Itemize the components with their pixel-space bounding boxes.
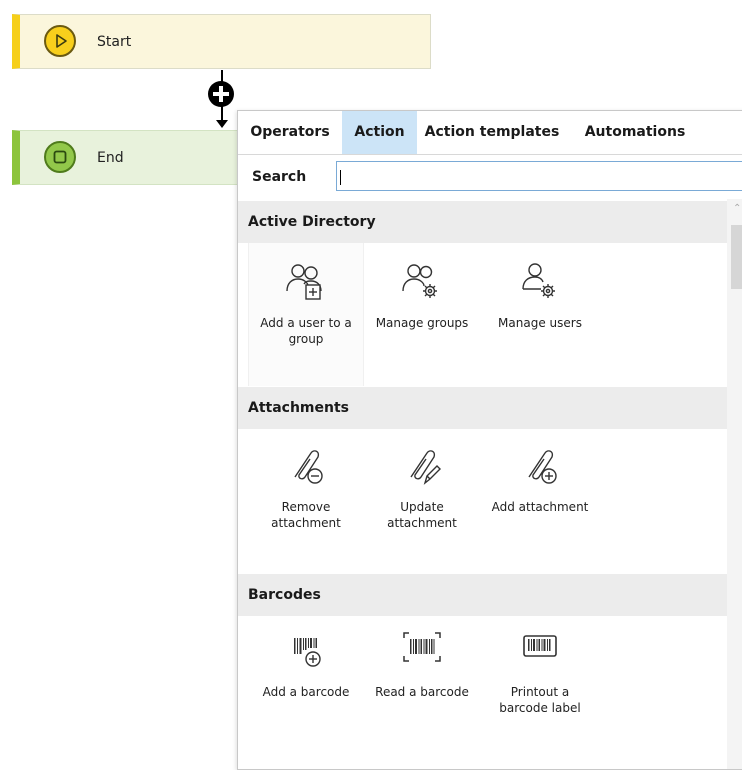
- section-barcodes: Barcodes: [238, 574, 728, 616]
- manage-groups-icon: [402, 264, 437, 298]
- action-update-attachment[interactable]: Update attachment: [364, 429, 480, 572]
- tile-label: Read a barcode: [375, 685, 469, 699]
- print-barcode-label-icon: [523, 635, 557, 657]
- tile-label: Printout a barcode label: [499, 685, 581, 715]
- tab-automations[interactable]: Automations: [567, 111, 703, 154]
- vertical-scrollbar[interactable]: ⌃: [727, 199, 742, 769]
- start-node[interactable]: Start: [12, 14, 431, 69]
- add-user-to-group-icon: [286, 264, 322, 300]
- tile-label: Manage users: [498, 316, 582, 330]
- tab-action-templates[interactable]: Action templates: [417, 111, 567, 154]
- scroll-up-icon[interactable]: ⌃: [733, 203, 741, 214]
- remove-attachment-icon: [294, 450, 323, 484]
- action-read-barcode[interactable]: Read a barcode: [364, 616, 480, 759]
- actions-list: Active Directory Add a user to a group M…: [238, 199, 728, 769]
- update-attachment-icon: [410, 450, 441, 485]
- tile-label: Add attachment: [491, 500, 589, 514]
- add-attachment-icon: [528, 450, 557, 484]
- tile-label: Update attachment: [387, 500, 457, 530]
- action-add-barcode[interactable]: Add a barcode: [248, 616, 364, 759]
- tile-label: Add a barcode: [262, 685, 350, 699]
- add-barcode-icon: [294, 638, 321, 667]
- manage-users-icon: [522, 263, 555, 298]
- section-active-directory: Active Directory: [238, 201, 728, 243]
- start-icon: [44, 25, 76, 57]
- action-manage-groups[interactable]: Manage groups: [364, 243, 480, 386]
- action-manage-users[interactable]: Manage users: [482, 243, 598, 386]
- add-step-icon[interactable]: [206, 79, 236, 109]
- section-attachments: Attachments: [238, 387, 728, 429]
- action-add-user-to-group[interactable]: Add a user to a group: [248, 243, 364, 386]
- tile-label: Remove attachment: [271, 500, 341, 530]
- search-row: Search: [238, 155, 742, 199]
- tab-action[interactable]: Action: [342, 111, 417, 154]
- tab-operators[interactable]: Operators: [238, 111, 342, 154]
- search-label: Search: [252, 169, 307, 185]
- start-node-label: Start: [97, 34, 132, 50]
- tile-label: Add a user to a group: [260, 316, 352, 346]
- action-remove-attachment[interactable]: Remove attachment: [248, 429, 364, 572]
- action-add-attachment[interactable]: Add attachment: [482, 429, 598, 572]
- end-node-label: End: [97, 150, 124, 166]
- text-cursor: [340, 170, 341, 185]
- action-print-barcode-label[interactable]: Printout a barcode label: [482, 616, 598, 759]
- tile-label: Manage groups: [375, 316, 469, 330]
- tab-bar: Operators Action Action templates Automa…: [238, 111, 742, 154]
- read-barcode-icon: [403, 632, 441, 662]
- search-input[interactable]: [336, 161, 742, 191]
- action-picker-panel: Operators Action Action templates Automa…: [237, 110, 742, 770]
- end-icon: [44, 141, 76, 173]
- scroll-thumb[interactable]: [731, 225, 742, 289]
